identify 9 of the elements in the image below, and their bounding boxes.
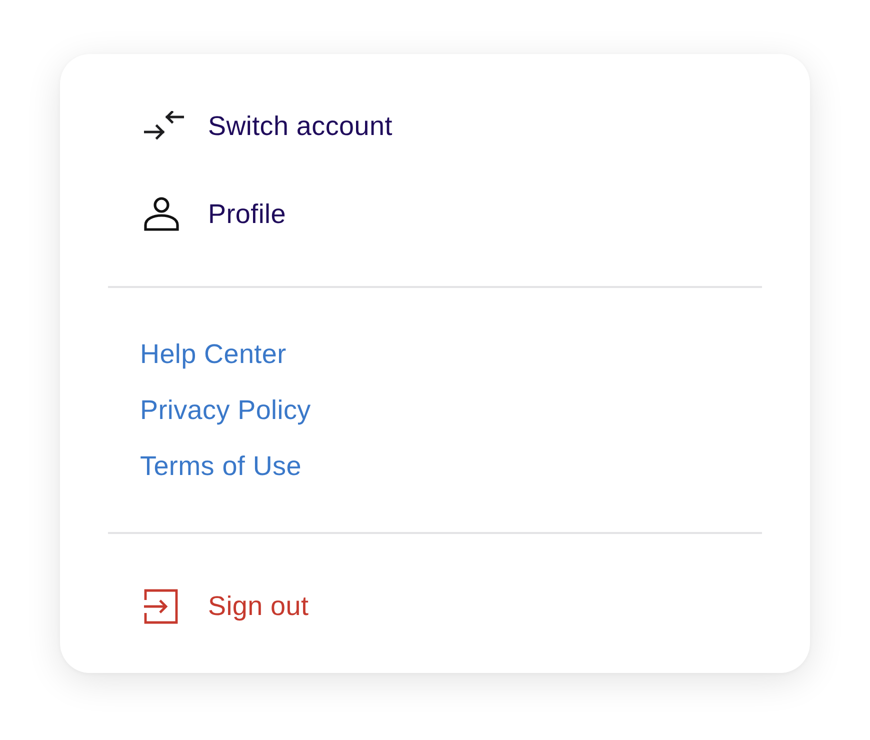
box-arrow-icon	[144, 588, 178, 624]
menu-item[interactable]: Profile	[108, 170, 762, 258]
menu-item[interactable]: Switch account	[108, 82, 762, 170]
link[interactable]: Terms of Use	[140, 450, 302, 482]
opposing-arrows-icon	[144, 111, 184, 141]
person-icon	[144, 197, 179, 231]
link[interactable]: Help Center	[140, 338, 286, 370]
link[interactable]: Privacy Policy	[140, 394, 311, 426]
sign-out-button[interactable]: Sign out	[108, 562, 762, 650]
